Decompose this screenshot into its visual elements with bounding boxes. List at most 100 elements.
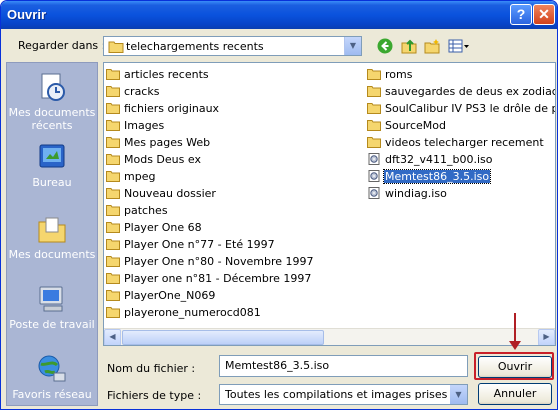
- my-computer-icon: [39, 286, 63, 312]
- folder-item[interactable]: PlayerOne_N069: [106, 288, 216, 304]
- folder-item[interactable]: Player one n°81 - Décembre 1997: [106, 271, 312, 287]
- folder-item[interactable]: mpeg: [106, 169, 156, 185]
- chevron-down-icon[interactable]: ▼: [344, 37, 361, 55]
- filetype-label: Fichiers de type :: [107, 389, 202, 402]
- folder-icon: [106, 222, 120, 233]
- folder-item[interactable]: Mods Deus ex: [106, 152, 202, 168]
- item-label: videos telecharger recement: [385, 136, 544, 149]
- item-label: Memtest86_3.5.iso: [382, 169, 492, 184]
- folder-icon: [108, 41, 124, 53]
- title-bar[interactable]: Ouvrir ? ✕: [1, 1, 557, 29]
- folder-icon: [106, 307, 120, 318]
- file-item[interactable]: dft32_v411_b00.iso: [367, 152, 493, 168]
- item-label: Images: [124, 119, 165, 132]
- folder-item[interactable]: articles recents: [106, 67, 210, 83]
- folder-icon: [106, 171, 120, 182]
- look-in-label: Regarder dans :: [18, 39, 106, 52]
- item-label: SourceMod: [385, 119, 446, 132]
- filetype-dropdown[interactable]: Toutes les compilations et images prises…: [219, 384, 468, 405]
- folder-icon: [367, 103, 381, 114]
- file-item[interactable]: Memtest86_3.5.iso: [367, 169, 492, 185]
- places-bar: Mes documents récents Bureau Mes documen…: [6, 62, 98, 406]
- item-label: playerone_numerocd081: [124, 306, 261, 319]
- look-in-dropdown[interactable]: telechargements recents ▼: [103, 36, 362, 56]
- filename-label: Nom du fichier :: [107, 362, 196, 375]
- place-network[interactable]: Favoris réseau: [7, 353, 97, 401]
- annotation-highlight-box: [474, 352, 554, 380]
- folder-item[interactable]: playerone_numerocd081: [106, 305, 262, 321]
- folder-icon: [106, 69, 120, 80]
- cancel-button[interactable]: Annuler: [478, 383, 552, 405]
- file-list[interactable]: articles recents cracks fichiers originaux…: [103, 62, 556, 346]
- place-my-computer[interactable]: Poste de travail: [7, 283, 97, 331]
- folder-item[interactable]: Player One n°80 - Novembre 1997: [106, 254, 315, 270]
- folder-item[interactable]: Player One 68: [106, 220, 203, 236]
- filename-input[interactable]: Memtest86_3.5.iso: [219, 355, 468, 377]
- folder-item[interactable]: sauvegardes de deus ex zodiac difl: [367, 84, 556, 100]
- folder-item[interactable]: cracks: [106, 84, 160, 100]
- folder-icon: [367, 86, 381, 97]
- item-label: roms: [385, 68, 413, 81]
- item-label: articles recents: [124, 68, 209, 81]
- folder-icon: [106, 137, 120, 148]
- folder-item[interactable]: Mes pages Web: [106, 135, 211, 151]
- back-icon[interactable]: [377, 38, 393, 54]
- folder-icon: [106, 86, 120, 97]
- recent-documents-icon: [41, 73, 65, 101]
- folder-icon: [106, 205, 120, 216]
- iso-file-icon: [368, 170, 380, 182]
- folder-item[interactable]: SourceMod: [367, 118, 447, 134]
- item-label: Player One 68: [124, 221, 202, 234]
- item-label: SoulCalibur IV PS3 le drôle de pari: [385, 102, 556, 115]
- filetype-value: Toutes les compilations et images prises…: [225, 388, 449, 401]
- view-menu-icon[interactable]: [448, 38, 470, 54]
- my-documents-icon: [38, 217, 66, 243]
- annotation-arrow-head: [509, 341, 521, 350]
- folder-item[interactable]: Player One n°77 - Eté 1997: [106, 237, 276, 253]
- folder-icon: [367, 120, 381, 131]
- folder-icon: [106, 256, 120, 267]
- folder-item[interactable]: roms: [367, 67, 413, 83]
- folder-icon: [106, 273, 120, 284]
- folder-item[interactable]: Images: [106, 118, 165, 134]
- horizontal-scrollbar[interactable]: ◀ ▶: [104, 328, 555, 345]
- help-button[interactable]: ?: [510, 4, 532, 25]
- scrollbar-thumb[interactable]: [122, 330, 324, 345]
- item-label: Nouveau dossier: [124, 187, 216, 200]
- item-label: Mods Deus ex: [124, 153, 201, 166]
- scroll-right-icon[interactable]: ▶: [538, 329, 555, 345]
- folder-item[interactable]: patches: [106, 203, 169, 219]
- close-button[interactable]: ✕: [533, 4, 555, 25]
- folder-item[interactable]: Nouveau dossier: [106, 186, 217, 202]
- item-label: cracks: [124, 85, 160, 98]
- file-item[interactable]: windiag.iso: [367, 186, 448, 202]
- item-label: mpeg: [124, 170, 156, 183]
- item-label: fichiers originaux: [124, 102, 220, 115]
- folder-icon: [367, 137, 381, 148]
- folder-item[interactable]: videos telecharger recement: [367, 135, 545, 151]
- folder-item[interactable]: fichiers originaux: [106, 101, 220, 117]
- place-my-documents[interactable]: Mes documents: [7, 213, 97, 261]
- place-desktop[interactable]: Bureau: [7, 141, 97, 189]
- folder-icon: [367, 69, 381, 80]
- folder-icon: [106, 154, 120, 165]
- iso-file-icon: [368, 153, 380, 165]
- window-title: Ouvrir: [7, 7, 47, 22]
- desktop-icon: [39, 144, 65, 168]
- item-label: sauvegardes de deus ex zodiac difl: [385, 85, 556, 98]
- item-label: Player One n°77 - Eté 1997: [124, 238, 275, 251]
- iso-file-icon: [368, 187, 380, 199]
- new-folder-icon[interactable]: [424, 38, 440, 54]
- place-recent-documents[interactable]: Mes documents récents: [7, 71, 97, 132]
- folder-item[interactable]: SoulCalibur IV PS3 le drôle de pari: [367, 101, 556, 117]
- up-folder-icon[interactable]: [401, 38, 417, 54]
- item-label: Player one n°81 - Décembre 1997: [124, 272, 312, 285]
- scroll-left-icon[interactable]: ◀: [104, 329, 121, 345]
- item-label: windiag.iso: [385, 187, 447, 200]
- folder-icon: [106, 103, 120, 114]
- network-places-icon: [38, 355, 66, 382]
- item-label: Mes pages Web: [124, 136, 211, 149]
- item-label: Player One n°80 - Novembre 1997: [124, 255, 314, 268]
- folder-icon: [106, 188, 120, 199]
- chevron-down-icon[interactable]: ▼: [450, 385, 467, 404]
